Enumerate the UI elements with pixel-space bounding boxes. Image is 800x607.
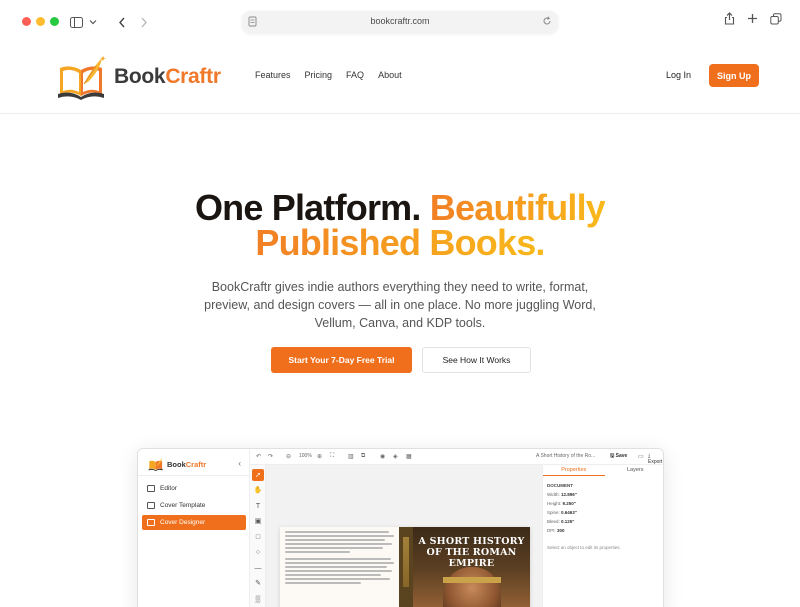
history-nav [112,11,154,33]
book-cover-spread[interactable]: A SHORT HISTORY OF THE ROMAN EMPIRE [280,527,530,607]
tab-properties[interactable]: Properties [543,465,605,476]
zoom-in-icon[interactable]: ⊕ [317,453,322,460]
browser-chrome: bookcraftr.com [0,0,800,48]
spine-property: Spine: 0.6463" [547,510,577,515]
tab-layers[interactable]: Layers [605,465,664,476]
nav-link-features[interactable]: Features [255,70,291,80]
preview-brand-logo: Book Craftr [148,457,206,471]
hero-subtitle: BookCraftr gives indie authors everythin… [204,280,596,330]
book-quill-logo-icon [148,458,163,471]
sidebar-icon [70,16,83,28]
height-property: Height: 9.250" [547,501,576,506]
cover-headband [443,577,501,583]
width-property: Width: 12.896" [547,492,577,497]
cover-portrait [443,567,501,607]
reload-icon[interactable] [542,16,552,26]
image-tool-icon[interactable]: ▣ [252,515,264,527]
document-section-heading: DOCUMENT [547,483,573,488]
book-quill-logo-icon [58,56,106,100]
browser-window: bookcraftr.com BookCraftr Features Prici… [0,0,800,607]
preview-toolbar: ↶ ↷ ⊖ 100% ⊕ ⛶ ▥ ⧉ ◉ ◈ ▦ A Short History… [250,449,663,465]
close-window-button[interactable] [22,17,31,26]
hero-title-line-1: One Platform. Beautifully [194,187,606,228]
save-button[interactable]: 🖫 Save [610,453,627,461]
duplicate-icon[interactable]: ⧉ [361,453,365,460]
properties-hint: Select an object to edit its properties. [547,545,621,550]
hand-tool-icon[interactable]: ✋ [252,484,264,496]
align-icon[interactable]: ▥ [348,453,354,460]
book-front-cover: A SHORT HISTORY OF THE ROMAN EMPIRE [413,527,530,607]
bleed-property: Bleed: 0.125" [547,519,575,524]
minimize-window-button[interactable] [36,17,45,26]
grid-icon[interactable]: ▦ [406,453,412,460]
line-tool-icon[interactable]: — [252,562,264,574]
image-icon [147,502,155,509]
brand-name: BookCraftr [114,65,221,88]
zoom-out-icon[interactable]: ⊖ [286,453,291,460]
start-trial-button[interactable]: Start Your 7-Day Free Trial [271,347,412,373]
browser-actions [724,12,782,25]
book-back-cover [280,527,399,607]
palette-icon [147,519,155,526]
editor-icon [147,485,155,492]
undo-icon[interactable]: ↶ [256,453,261,460]
signup-button[interactable]: Sign Up [709,64,759,87]
book-front-title: A SHORT HISTORY OF THE ROMAN EMPIRE [418,536,525,569]
nav-link-pricing[interactable]: Pricing [305,70,333,80]
document-title: A Short History of the Ro... [536,453,596,459]
fit-screen-icon[interactable]: ⛶ [330,453,334,460]
select-tool-icon[interactable]: ➚ [252,469,264,481]
preview-sidebar-item-cover-designer[interactable]: Cover Designer [142,515,246,530]
sidebar-toggle-button[interactable] [70,13,104,31]
url-text: bookcraftr.com [370,16,430,26]
circle-tool-icon[interactable]: ○ [252,546,264,558]
site-header: BookCraftr Features Pricing FAQ About Lo… [0,50,800,114]
book-spine [399,527,413,607]
forward-arrow-icon[interactable] [140,17,148,28]
redo-icon[interactable]: ↷ [268,453,273,460]
address-bar[interactable]: bookcraftr.com [242,11,558,33]
zoom-level: 100% [299,453,312,459]
eye-icon[interactable]: ◉ [380,453,385,460]
zoom-window-button[interactable] [50,17,59,26]
pen-tool-icon[interactable]: ✎ [252,577,264,589]
nav-link-about[interactable]: About [378,70,402,80]
share-icon[interactable] [724,12,735,25]
new-tab-icon[interactable] [747,13,758,24]
text-tool-icon[interactable]: T [252,500,264,512]
preview-sidebar: Book Craftr ‹ Editor Cover Template Cover… [138,449,250,607]
folder-icon[interactable]: ▭ [638,453,644,460]
layers-icon[interactable]: ◈ [393,453,398,460]
collapse-sidebar-icon[interactable]: ‹ [238,459,241,468]
properties-tabs: Properties Layers [543,465,664,476]
hero-title-line-2: Published Books. [255,222,545,263]
divider [138,475,250,476]
nav-link-faq[interactable]: FAQ [346,70,364,80]
preview-sidebar-item-cover-template[interactable]: Cover Template [142,498,246,513]
app-preview: Book Craftr ‹ Editor Cover Template Cover… [137,448,664,607]
properties-panel: Properties Layers DOCUMENT Width: 12.896… [542,465,664,607]
main-nav: Features Pricing FAQ About [255,70,402,80]
brand-logo[interactable]: BookCraftr [56,54,221,100]
see-how-it-works-button[interactable]: See How It Works [422,347,531,373]
login-link[interactable]: Log In [666,70,691,80]
tool-palette: ➚ ✋ T ▣ □ ○ — ✎ ▒ [250,465,266,607]
chevron-down-icon [89,20,97,25]
gradient-tool-icon[interactable]: ▒ [252,593,264,605]
rectangle-tool-icon[interactable]: □ [252,531,264,543]
preview-sidebar-item-editor[interactable]: Editor [142,481,246,496]
dpi-property: DPI: 300 [547,528,565,533]
export-button[interactable]: ⤓ Export [648,453,663,465]
back-arrow-icon[interactable] [118,17,126,28]
design-canvas[interactable]: A SHORT HISTORY OF THE ROMAN EMPIRE [266,465,542,607]
tab-overview-icon[interactable] [770,12,782,25]
